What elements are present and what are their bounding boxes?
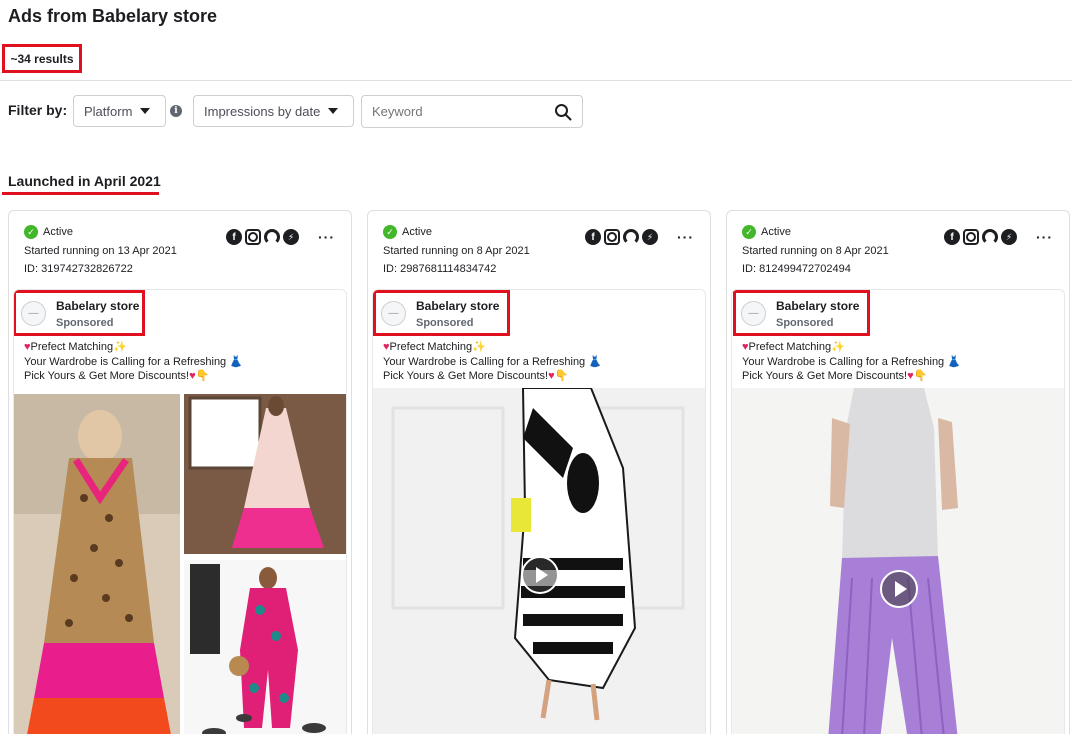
ad-card[interactable]: ✓ Active Started running on 8 Apr 2021 I…: [367, 210, 711, 734]
ad-body-text: ♥Prefect Matching✨ Your Wardrobe is Call…: [24, 341, 243, 382]
filter-label: Filter by:: [8, 102, 68, 118]
facebook-icon: f: [226, 229, 242, 245]
ad-body-text: ♥Prefect Matching✨ Your Wardrobe is Call…: [383, 341, 602, 382]
sponsored-label: Sponsored: [56, 317, 114, 329]
started-date: Started running on 8 Apr 2021: [742, 245, 889, 257]
advertiser-name[interactable]: Babelary store: [416, 299, 499, 313]
check-circle-icon: ✓: [742, 225, 756, 239]
ad-text-line-3: Pick Yours & Get More Discounts!: [24, 370, 190, 382]
ad-id: ID: 319742732826722: [24, 263, 133, 275]
ad-text-line-2: Your Wardrobe is Calling for a Refreshin…: [742, 355, 945, 368]
ad-text-line-2: Your Wardrobe is Calling for a Refreshin…: [383, 355, 586, 368]
ad-video[interactable]: [732, 388, 1064, 734]
avatar: —: [21, 301, 46, 326]
ad-card[interactable]: ✓ Active Started running on 8 Apr 2021 I…: [726, 210, 1070, 734]
play-icon[interactable]: [521, 556, 559, 594]
ad-text-line-1: Prefect Matching: [30, 341, 114, 353]
status-badge: ✓ Active: [742, 225, 791, 239]
avatar: —: [381, 301, 406, 326]
chevron-down-icon: [328, 108, 339, 114]
ad-preview[interactable]: — Babelary store Sponsored ♥Prefect Matc…: [13, 289, 347, 734]
messenger-icon: ⚡: [283, 229, 299, 245]
section-underline: [2, 192, 159, 195]
ad-card[interactable]: ✓ Active Started running on 13 Apr 2021 …: [8, 210, 352, 734]
check-circle-icon: ✓: [24, 225, 38, 239]
sponsored-label: Sponsored: [416, 317, 474, 329]
platform-icons: f ⚡: [585, 229, 658, 245]
chevron-down-icon: [140, 108, 151, 114]
ad-preview[interactable]: — Babelary store Sponsored ♥Prefect Matc…: [372, 289, 706, 734]
keyword-input[interactable]: [362, 96, 542, 127]
messenger-icon: ⚡: [1001, 229, 1017, 245]
status-label: Active: [761, 226, 791, 238]
advertiser-header[interactable]: — Babelary store Sponsored: [733, 290, 870, 336]
play-icon[interactable]: [880, 570, 918, 608]
ad-id: ID: 2987681114834742: [383, 263, 497, 275]
status-badge: ✓ Active: [383, 225, 432, 239]
ad-video[interactable]: [373, 388, 705, 734]
facebook-icon: f: [944, 229, 960, 245]
more-options-icon[interactable]: ···: [677, 229, 694, 245]
status-label: Active: [43, 226, 73, 238]
started-date: Started running on 13 Apr 2021: [24, 245, 177, 257]
section-heading: Launched in April 2021: [8, 173, 161, 189]
ad-text-line-3: Pick Yours & Get More Discounts!: [383, 370, 549, 382]
ad-text-line-2: Your Wardrobe is Calling for a Refreshin…: [24, 355, 227, 368]
check-circle-icon: ✓: [383, 225, 397, 239]
ad-body-text: ♥Prefect Matching✨ Your Wardrobe is Call…: [742, 341, 961, 382]
messenger-icon: ⚡: [642, 229, 658, 245]
advertiser-header[interactable]: — Babelary store Sponsored: [373, 290, 510, 336]
impressions-filter-button[interactable]: Impressions by date: [193, 95, 354, 127]
audience-network-icon: [623, 229, 639, 245]
ad-text-line-1: Prefect Matching: [748, 341, 832, 353]
impressions-filter-label: Impressions by date: [204, 103, 321, 119]
more-options-icon[interactable]: ···: [318, 229, 335, 245]
platform-filter-label: Platform: [84, 103, 133, 119]
purple-pants-outfit-image: [732, 388, 1064, 734]
ad-id: ID: 812499472702494: [742, 263, 851, 275]
results-count: ~34 results: [2, 44, 82, 73]
sponsored-label: Sponsored: [776, 317, 834, 329]
ad-text-line-1: Prefect Matching: [389, 341, 473, 353]
divider: [0, 80, 1072, 81]
instagram-icon: [604, 229, 620, 245]
keyword-search[interactable]: [361, 95, 583, 128]
instagram-icon: [245, 229, 261, 245]
ad-text-line-3: Pick Yours & Get More Discounts!: [742, 370, 908, 382]
search-icon[interactable]: [554, 103, 572, 121]
ad-image-collage[interactable]: [14, 388, 346, 734]
dress-collage-image: [14, 388, 346, 734]
status-badge: ✓ Active: [24, 225, 73, 239]
advertiser-name[interactable]: Babelary store: [56, 299, 139, 313]
platform-filter-button[interactable]: Platform: [73, 95, 166, 127]
started-date: Started running on 8 Apr 2021: [383, 245, 530, 257]
instagram-icon: [963, 229, 979, 245]
platform-icons: f ⚡: [226, 229, 299, 245]
info-icon[interactable]: i: [170, 105, 182, 117]
ad-preview[interactable]: — Babelary store Sponsored ♥Prefect Matc…: [731, 289, 1065, 734]
avatar: —: [741, 301, 766, 326]
facebook-icon: f: [585, 229, 601, 245]
page-title: Ads from Babelary store: [8, 6, 218, 26]
advertiser-header[interactable]: — Babelary store Sponsored: [14, 290, 145, 336]
audience-network-icon: [264, 229, 280, 245]
more-options-icon[interactable]: ···: [1036, 229, 1053, 245]
platform-icons: f ⚡: [944, 229, 1017, 245]
audience-network-icon: [982, 229, 998, 245]
advertiser-name[interactable]: Babelary store: [776, 299, 859, 313]
status-label: Active: [402, 226, 432, 238]
